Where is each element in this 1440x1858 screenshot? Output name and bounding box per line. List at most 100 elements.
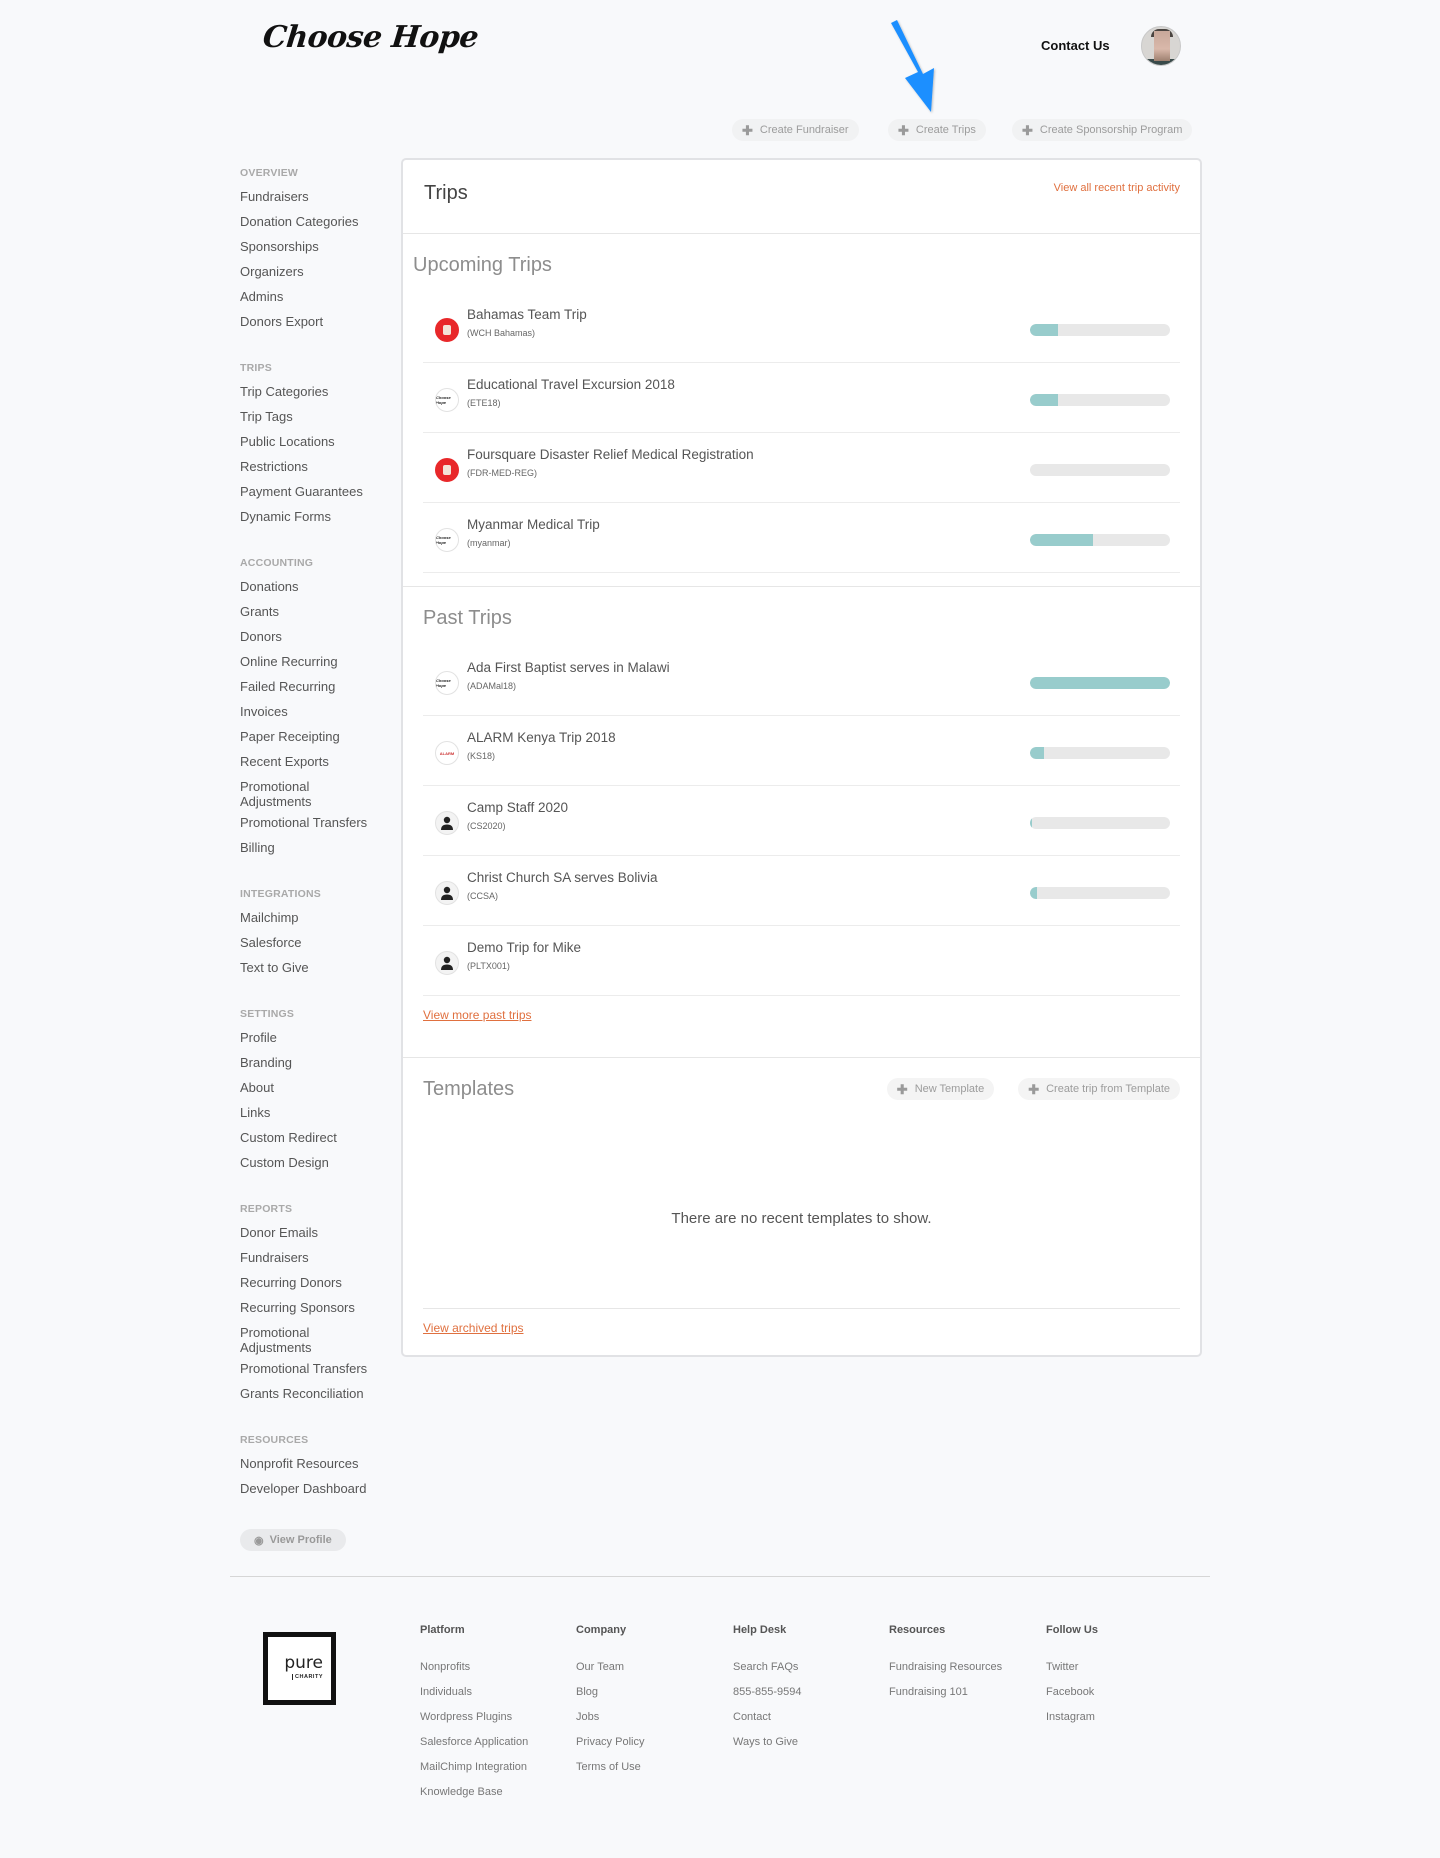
- sidebar-item-profile[interactable]: Profile: [240, 1027, 390, 1052]
- footer-link[interactable]: Facebook: [1046, 1685, 1098, 1710]
- pure-charity-logo[interactable]: pure CHARITY: [263, 1632, 336, 1705]
- sidebar-item-salesforce[interactable]: Salesforce: [240, 932, 390, 957]
- sidebar-item-donors-export[interactable]: Donors Export: [240, 311, 390, 336]
- footer-link[interactable]: Wordpress Plugins: [420, 1710, 528, 1735]
- trip-name[interactable]: Christ Church SA serves Bolivia: [467, 870, 658, 885]
- sidebar-section-trips: TRIPS Trip Categories Trip Tags Public Loca…: [240, 358, 390, 531]
- sidebar-item-fundraisers[interactable]: Fundraisers: [240, 186, 390, 211]
- sidebar-item-text-to-give[interactable]: Text to Give: [240, 957, 390, 982]
- trip-name[interactable]: Bahamas Team Trip: [467, 307, 587, 322]
- sidebar-item-donors[interactable]: Donors: [240, 626, 390, 651]
- footer-link[interactable]: Fundraising Resources: [889, 1660, 1002, 1685]
- footer-link[interactable]: Ways to Give: [733, 1735, 802, 1760]
- sidebar-item-recurring-donors[interactable]: Recurring Donors: [240, 1272, 390, 1297]
- footer-link[interactable]: Contact: [733, 1710, 802, 1735]
- footer-link[interactable]: Jobs: [576, 1710, 644, 1735]
- sidebar-item-trip-categories[interactable]: Trip Categories: [240, 381, 390, 406]
- sidebar-item-grants-reconciliation[interactable]: Grants Reconciliation: [240, 1383, 390, 1408]
- sidebar-item-organizers[interactable]: Organizers: [240, 261, 390, 286]
- sidebar-item-billing[interactable]: Billing: [240, 837, 390, 862]
- sidebar-item-fundraisers[interactable]: Fundraisers: [240, 1247, 390, 1272]
- footer-link[interactable]: Search FAQs: [733, 1660, 802, 1685]
- footer-link[interactable]: 855-855-9594: [733, 1685, 802, 1710]
- footer-link[interactable]: Instagram: [1046, 1710, 1098, 1735]
- footer-link[interactable]: Twitter: [1046, 1660, 1098, 1685]
- trip-row[interactable]: Foursquare Disaster Relief Medical Regis…: [423, 433, 1180, 503]
- sidebar-item-payment-guarantees[interactable]: Payment Guarantees: [240, 481, 390, 506]
- trip-row[interactable]: Bahamas Team Trip (WCH Bahamas): [423, 293, 1180, 363]
- footer-divider: [230, 1576, 1210, 1577]
- trip-progress-fill: [1030, 747, 1044, 759]
- sidebar-section-title: OVERVIEW: [240, 167, 299, 179]
- sidebar-item-dynamic-forms[interactable]: Dynamic Forms: [240, 506, 390, 531]
- sidebar-item-admins[interactable]: Admins: [240, 286, 390, 311]
- templates-footer: View archived trips: [423, 1308, 1180, 1337]
- footer-link[interactable]: Knowledge Base: [420, 1785, 528, 1810]
- sidebar-item-restrictions[interactable]: Restrictions: [240, 456, 390, 481]
- trip-code: (ETE18): [467, 398, 501, 408]
- sidebar-item-custom-redirect[interactable]: Custom Redirect: [240, 1127, 390, 1152]
- view-more-past-trips-link[interactable]: View more past trips: [423, 1008, 532, 1022]
- sidebar-item-recurring-sponsors[interactable]: Recurring Sponsors: [240, 1297, 390, 1322]
- trip-name[interactable]: ALARM Kenya Trip 2018: [467, 730, 616, 745]
- footer-link[interactable]: Salesforce Application: [420, 1735, 528, 1760]
- trip-name[interactable]: Camp Staff 2020: [467, 800, 568, 815]
- sidebar-item-recent-exports[interactable]: Recent Exports: [240, 751, 390, 776]
- sidebar-item-about[interactable]: About: [240, 1077, 390, 1102]
- sidebar-item-custom-design[interactable]: Custom Design: [240, 1152, 390, 1177]
- sidebar-item-branding[interactable]: Branding: [240, 1052, 390, 1077]
- trip-row[interactable]: Camp Staff 2020 (CS2020): [423, 786, 1180, 856]
- trip-row[interactable]: Demo Trip for Mike (PLTX001): [423, 926, 1180, 996]
- footer-link[interactable]: MailChimp Integration: [420, 1760, 528, 1785]
- new-template-button[interactable]: ✚ New Template: [886, 1078, 995, 1100]
- sidebar-item-developer-dashboard[interactable]: Developer Dashboard: [240, 1478, 390, 1503]
- footer-link[interactable]: Fundraising 101: [889, 1685, 1002, 1710]
- sidebar-item-promotional-adjustments[interactable]: Promotional Adjustments: [240, 776, 330, 812]
- brand-logo[interactable]: Choose Hope: [261, 20, 480, 55]
- sidebar-item-donations[interactable]: Donations: [240, 576, 390, 601]
- sidebar-item-public-locations[interactable]: Public Locations: [240, 431, 390, 456]
- create-sponsorship-program-button[interactable]: ✚ Create Sponsorship Program: [1012, 119, 1193, 141]
- footer-link[interactable]: Our Team: [576, 1660, 644, 1685]
- sidebar-item-invoices[interactable]: Invoices: [240, 701, 390, 726]
- sidebar-section-reports: REPORTS Donor Emails Fundraisers Recurring …: [240, 1199, 390, 1408]
- view-archived-trips-link[interactable]: View archived trips: [423, 1321, 524, 1335]
- sidebar-item-failed-recurring[interactable]: Failed Recurring: [240, 676, 390, 701]
- sidebar-item-grants[interactable]: Grants: [240, 601, 390, 626]
- footer-link[interactable]: Privacy Policy: [576, 1735, 644, 1760]
- create-fundraiser-button[interactable]: ✚ Create Fundraiser: [732, 119, 859, 141]
- trip-row[interactable]: Choose Hope Educational Travel Excursion …: [423, 363, 1180, 433]
- trip-name[interactable]: Demo Trip for Mike: [467, 940, 581, 955]
- view-all-activity-link[interactable]: View all recent trip activity: [1054, 182, 1180, 194]
- sidebar-item-promotional-transfers[interactable]: Promotional Transfers: [240, 812, 390, 837]
- create-trips-button[interactable]: ✚ Create Trips: [888, 119, 986, 141]
- trip-row[interactable]: Choose Hope Myanmar Medical Trip (myanmar): [423, 503, 1180, 573]
- sidebar-item-promotional-adjustments[interactable]: Promotional Adjustments: [240, 1322, 330, 1358]
- trip-name[interactable]: Myanmar Medical Trip: [467, 517, 600, 532]
- sidebar-item-nonprofit-resources[interactable]: Nonprofit Resources: [240, 1453, 390, 1478]
- sidebar-item-trip-tags[interactable]: Trip Tags: [240, 406, 390, 431]
- sidebar-item-online-recurring[interactable]: Online Recurring: [240, 651, 390, 676]
- sidebar-item-donation-categories[interactable]: Donation Categories: [240, 211, 390, 236]
- sidebar-item-promotional-transfers[interactable]: Promotional Transfers: [240, 1358, 390, 1383]
- footer-link[interactable]: Terms of Use: [576, 1760, 644, 1785]
- footer-link[interactable]: Individuals: [420, 1685, 528, 1710]
- footer-link[interactable]: Blog: [576, 1685, 644, 1710]
- sidebar-item-donor-emails[interactable]: Donor Emails: [240, 1222, 390, 1247]
- contact-us-link[interactable]: Contact Us: [1041, 38, 1110, 53]
- sidebar-item-sponsorships[interactable]: Sponsorships: [240, 236, 390, 261]
- sidebar-item-paper-receipting[interactable]: Paper Receipting: [240, 726, 390, 751]
- trip-row[interactable]: ALARM ALARM Kenya Trip 2018 (KS18): [423, 716, 1180, 786]
- avatar[interactable]: [1141, 26, 1181, 66]
- trip-name[interactable]: Ada First Baptist serves in Malawi: [467, 660, 670, 675]
- trip-row[interactable]: Christ Church SA serves Bolivia (CCSA): [423, 856, 1180, 926]
- trip-name[interactable]: Foursquare Disaster Relief Medical Regis…: [467, 447, 754, 462]
- sidebar-item-links[interactable]: Links: [240, 1102, 390, 1127]
- trip-row[interactable]: Choose Hope Ada First Baptist serves in M…: [423, 646, 1180, 716]
- create-trip-from-template-button[interactable]: ✚ Create trip from Template: [1018, 1078, 1180, 1100]
- sidebar-item-mailchimp[interactable]: Mailchimp: [240, 907, 390, 932]
- trip-logo-icon: ALARM: [435, 741, 459, 765]
- view-profile-button[interactable]: ◉ View Profile: [240, 1529, 346, 1551]
- trip-name[interactable]: Educational Travel Excursion 2018: [467, 377, 675, 392]
- footer-link[interactable]: Nonprofits: [420, 1660, 528, 1685]
